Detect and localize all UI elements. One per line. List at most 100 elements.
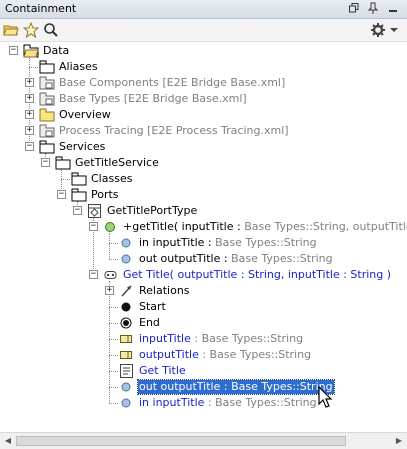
tree-node-text: Ports: [91, 188, 119, 201]
tree-node-text: Process Tracing [E2E Process Tracing.xml…: [59, 124, 289, 137]
tree-node-text: GetTitleService: [75, 156, 159, 169]
chevron-down-icon[interactable]: [389, 22, 399, 38]
tree-expander[interactable]: +: [25, 110, 34, 119]
tree-node[interactable]: outputTitle : Base Types::String: [119, 347, 312, 363]
tree-connector: [109, 403, 118, 404]
tree-node-label: Get Title( outputTitle : String, inputTi…: [122, 268, 392, 282]
tree-connector: [109, 355, 118, 356]
tree-expander[interactable]: −: [57, 190, 66, 199]
tree-node[interactable]: Base Types [E2E Bridge Base.xml]: [39, 91, 248, 107]
tree-node[interactable]: Aliases: [39, 59, 99, 75]
tree-node-text: Overview: [59, 108, 111, 121]
package-model-icon: [39, 124, 55, 138]
tree-node-type: : Base Types::String: [190, 332, 304, 345]
tree-node-label: Base Components [E2E Bridge Base.xml]: [58, 76, 286, 90]
tree-expander[interactable]: +: [105, 286, 114, 295]
tree-node-type: Base Types::String, outputTitle : B: [244, 220, 407, 233]
panel-toolbar: [0, 19, 407, 42]
tree-expander[interactable]: −: [89, 222, 98, 231]
tree-node[interactable]: Relations: [119, 283, 191, 299]
tree-node[interactable]: End: [119, 315, 161, 331]
tree-node-text: in inputTitle :: [139, 236, 216, 249]
tree-node[interactable]: Ports: [71, 187, 120, 203]
tree-node-type: Base Types::String: [231, 252, 333, 265]
tree-node-label: Base Types [E2E Bridge Base.xml]: [58, 92, 248, 106]
scroll-right-icon[interactable]: ▶: [394, 436, 404, 446]
tree-node-label: out outputTitle : Base Types::String: [137, 379, 335, 395]
tree-node-text: Start: [139, 300, 166, 313]
scroll-left-icon[interactable]: ◀: [3, 436, 13, 446]
restore-icon[interactable]: [347, 1, 361, 15]
tree-node[interactable]: Services: [39, 139, 106, 155]
tree-node[interactable]: Classes: [71, 171, 133, 187]
tree-node-text: Aliases: [59, 60, 98, 73]
tree-node[interactable]: GetTitleService: [55, 155, 160, 171]
tree-node[interactable]: Process Tracing [E2E Process Tracing.xml…: [39, 123, 290, 139]
tree-node-label: End: [138, 316, 161, 330]
tree-node[interactable]: out outputTitle : Base Types::String: [119, 251, 334, 267]
tree-node-label: +getTitle( inputTitle : Base Types::Stri…: [122, 220, 407, 234]
tree-expander[interactable]: +: [25, 126, 34, 135]
tree-node-text: Get Title( outputTitle : String, inputTi…: [123, 268, 392, 281]
package-icon: [55, 156, 71, 170]
tree-node-label: GetTitleService: [74, 156, 160, 170]
tree-node[interactable]: Base Components [E2E Bridge Base.xml]: [39, 75, 286, 91]
end-icon: [119, 316, 135, 330]
tree-expander[interactable]: +: [25, 78, 34, 87]
tree-node[interactable]: GetTitlePortType: [87, 203, 198, 219]
tree-node-label: Relations: [138, 284, 191, 298]
pin-icon: [119, 348, 135, 362]
star-icon[interactable]: [23, 22, 39, 38]
tree-node-label: inputTitle : Base Types::String: [138, 332, 304, 346]
package-open-icon: [23, 44, 39, 58]
tree-node[interactable]: Start: [119, 299, 167, 315]
pin-icon[interactable]: [366, 1, 380, 15]
open-folder-icon[interactable]: [3, 22, 19, 38]
tree-node[interactable]: Get Title( outputTitle : String, inputTi…: [103, 267, 392, 283]
tree-expander[interactable]: −: [25, 142, 34, 151]
tree-node-label: Get Title: [138, 364, 187, 378]
tree-node-text: Get Title: [139, 364, 186, 377]
tree-expander[interactable]: −: [9, 46, 18, 55]
pin-icon: [119, 332, 135, 346]
package-model-icon: [39, 76, 55, 90]
tree-node-label: Aliases: [58, 60, 99, 74]
tree-node-label: outputTitle : Base Types::String: [138, 348, 312, 362]
tree-node[interactable]: in inputTitle : Base Types::String: [119, 395, 318, 411]
containment-tree: − Data Aliases + Base Components [E2E Bridge…: [0, 42, 407, 432]
search-icon[interactable]: [43, 22, 59, 38]
tree-node-label: in inputTitle : Base Types::String: [138, 396, 318, 410]
tree-node[interactable]: +getTitle( inputTitle : Base Types::Stri…: [103, 219, 407, 235]
tree-node[interactable]: in inputTitle : Base Types::String: [119, 235, 318, 251]
tree-expander[interactable]: −: [41, 158, 50, 167]
horizontal-scrollbar[interactable]: ◀ ▶: [0, 432, 407, 449]
tree-node-text: Base Types [E2E Bridge Base.xml]: [59, 92, 247, 105]
param-icon: [119, 236, 135, 250]
tree-connector: [61, 179, 70, 180]
tree-expander[interactable]: −: [73, 206, 82, 215]
tree-node-text: +getTitle( inputTitle :: [123, 220, 245, 233]
tree-node[interactable]: Overview: [39, 107, 112, 123]
gear-icon[interactable]: [370, 22, 386, 38]
panel-title: Containment: [5, 2, 77, 15]
tree-connector: [109, 243, 118, 244]
tree-node-text: outputTitle: [139, 348, 199, 361]
tree-expander[interactable]: −: [89, 270, 98, 279]
scrollbar-thumb[interactable]: [16, 436, 346, 446]
tree-node-text: out outputTitle :: [139, 252, 232, 265]
tree-node-label: Data: [42, 44, 70, 58]
minimize-icon[interactable]: [386, 1, 400, 15]
tree-node[interactable]: Get Title: [119, 363, 187, 379]
tree-node[interactable]: out outputTitle : Base Types::String: [119, 379, 335, 395]
tree-expander[interactable]: +: [25, 94, 34, 103]
tree-node[interactable]: inputTitle : Base Types::String: [119, 331, 304, 347]
tree-connector: [109, 307, 118, 308]
operation-icon: [103, 220, 119, 234]
package-yellow-icon: [39, 108, 55, 122]
param-icon: [119, 252, 135, 266]
tree-node[interactable]: Data: [23, 43, 70, 59]
action-icon: [119, 364, 135, 378]
tree-node-label: Classes: [90, 172, 133, 186]
tree-connector: [109, 371, 118, 372]
param-icon: [119, 380, 135, 394]
